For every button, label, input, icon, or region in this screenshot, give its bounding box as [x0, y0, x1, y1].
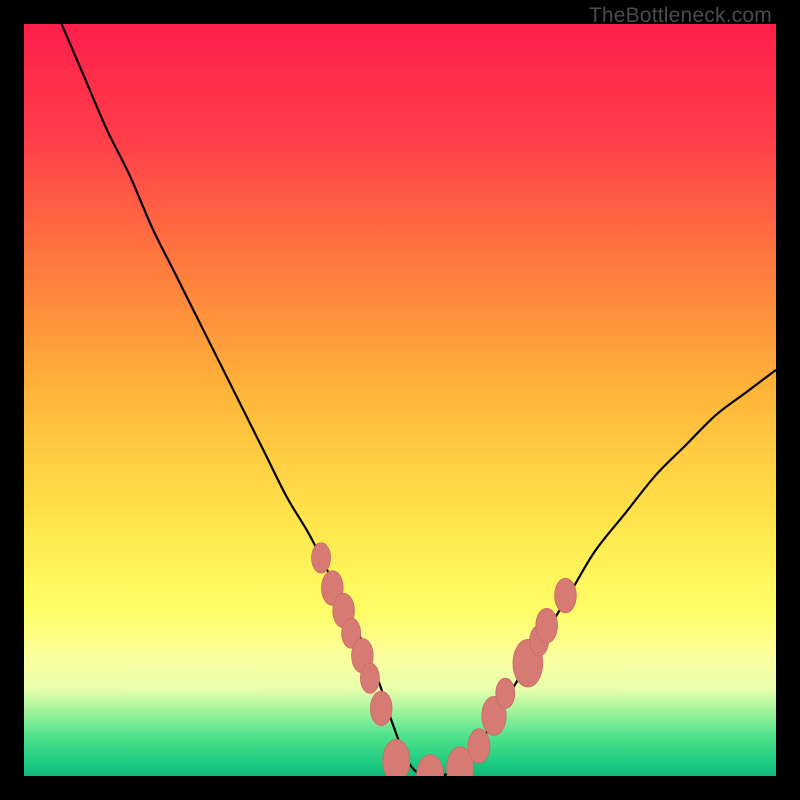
curve-marker [370, 691, 392, 726]
watermark-label: TheBottleneck.com [589, 4, 772, 28]
curve-marker [312, 543, 331, 573]
chart-frame [24, 24, 776, 776]
curve-marker [360, 663, 379, 693]
chart-canvas [24, 24, 776, 776]
curve-marker [468, 729, 490, 764]
chart-background [24, 24, 776, 776]
curve-marker [496, 678, 515, 708]
curve-marker [383, 739, 410, 776]
curve-marker [536, 608, 558, 643]
curve-marker [555, 578, 577, 613]
